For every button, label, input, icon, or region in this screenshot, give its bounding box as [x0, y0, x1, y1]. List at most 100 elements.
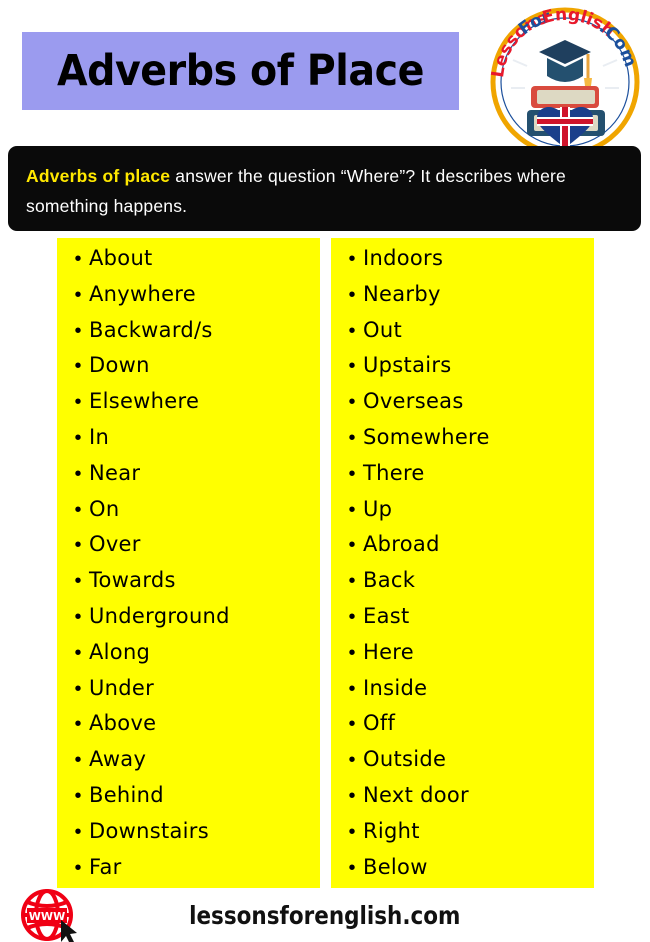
adverb-label: Elsewhere: [89, 389, 200, 414]
bullet-icon: •: [74, 462, 82, 485]
bullet-icon: •: [74, 426, 82, 449]
adverb-label: Down: [89, 353, 150, 378]
adverb-label: Abroad: [363, 532, 440, 557]
adverbs-column-left: • About • Anywhere • Backward/s • Down • Else…: [57, 238, 320, 888]
adverb-label: Off: [363, 711, 396, 736]
adverb-label: Below: [363, 854, 428, 879]
list-item: • Down: [57, 353, 320, 389]
list-item: • Nearby: [331, 282, 594, 318]
adverb-label: In: [89, 424, 110, 449]
adverb-label: Overseas: [363, 389, 464, 414]
list-item: • Over: [57, 532, 320, 568]
description-text: Adverbs of place answer the question “Wh…: [26, 161, 627, 221]
adverb-label: East: [363, 603, 410, 628]
list-item: • Below: [331, 855, 594, 891]
adverb-label: Backward/s: [89, 317, 213, 342]
bullet-icon: •: [348, 283, 356, 306]
bullet-icon: •: [74, 319, 82, 342]
bullet-icon: •: [348, 749, 356, 772]
list-item: • Back: [331, 568, 594, 604]
adverb-label: On: [89, 496, 120, 521]
list-item: • Above: [57, 711, 320, 747]
adverb-list-right: • Indoors • Nearby • Out • Upstairs • Oversea…: [331, 246, 594, 890]
list-item: • Off: [331, 711, 594, 747]
bullet-icon: •: [348, 713, 356, 736]
bullet-icon: •: [348, 605, 356, 628]
adverb-label: Anywhere: [89, 281, 196, 306]
lessons-for-english-logo[interactable]: Lessons For English .Com: [487, 4, 643, 160]
bullet-icon: •: [348, 677, 356, 700]
bullet-icon: •: [74, 784, 82, 807]
list-item: • East: [331, 604, 594, 640]
list-item: • On: [57, 497, 320, 533]
adverb-label: Away: [89, 747, 147, 772]
adverb-list-left: • About • Anywhere • Backward/s • Down • Else…: [57, 246, 320, 890]
bullet-icon: •: [74, 713, 82, 736]
bullet-icon: •: [74, 856, 82, 879]
bullet-icon: •: [348, 248, 356, 270]
adverb-label: Nearby: [363, 281, 441, 306]
adverb-label: Back: [363, 568, 416, 593]
bullet-icon: •: [74, 391, 82, 414]
list-item: • Elsewhere: [57, 389, 320, 425]
list-item: • In: [57, 425, 320, 461]
bullet-icon: •: [74, 283, 82, 306]
list-item: • Backward/s: [57, 318, 320, 354]
list-item: • Indoors: [331, 246, 594, 282]
list-item: • Under: [57, 676, 320, 712]
list-item: • About: [57, 246, 320, 282]
adverb-label: Under: [89, 675, 155, 700]
adverb-label: Downstairs: [89, 818, 209, 843]
bullet-icon: •: [348, 534, 356, 557]
footer-site-link[interactable]: lessonsforenglish.com: [0, 888, 650, 942]
adverb-label: Up: [363, 496, 393, 521]
list-item: • Near: [57, 461, 320, 497]
bullet-icon: •: [348, 820, 356, 843]
adverb-label: About: [89, 246, 153, 270]
bullet-icon: •: [348, 319, 356, 342]
page-title-banner: Adverbs of Place: [22, 32, 459, 110]
bullet-icon: •: [74, 570, 82, 593]
list-item: • Upstairs: [331, 353, 594, 389]
adverb-label: Far: [89, 854, 122, 879]
bullet-icon: •: [74, 820, 82, 843]
list-item: • Along: [57, 640, 320, 676]
description-box: Adverbs of place answer the question “Wh…: [8, 146, 641, 231]
bullet-icon: •: [74, 355, 82, 378]
bullet-icon: •: [74, 248, 82, 270]
adverb-label: Next door: [363, 782, 469, 807]
adverb-label: Over: [89, 532, 141, 557]
bullet-icon: •: [348, 784, 356, 807]
adverb-label: Out: [363, 317, 402, 342]
list-item: • Up: [331, 497, 594, 533]
list-item: • Inside: [331, 676, 594, 712]
list-item: • Far: [57, 855, 320, 891]
bullet-icon: •: [74, 534, 82, 557]
list-item: • Behind: [57, 783, 320, 819]
list-item: • Underground: [57, 604, 320, 640]
bullet-icon: •: [74, 498, 82, 521]
footer-site-text: lessonsforenglish.com: [189, 900, 461, 930]
list-item: • Abroad: [331, 532, 594, 568]
footer: WWW lessonsforenglish.com: [0, 888, 650, 942]
bullet-icon: •: [348, 641, 356, 664]
list-item: • Towards: [57, 568, 320, 604]
adverb-label: Right: [363, 818, 420, 843]
list-item: • Right: [331, 819, 594, 855]
list-item: • Anywhere: [57, 282, 320, 318]
adverb-label: Along: [89, 639, 151, 664]
list-item: • There: [331, 461, 594, 497]
list-item: • Away: [57, 747, 320, 783]
adverb-label: Outside: [363, 747, 447, 772]
description-lead: Adverbs of place: [26, 166, 171, 186]
list-item: • Downstairs: [57, 819, 320, 855]
list-item: • Outside: [331, 747, 594, 783]
adverb-label: Near: [89, 460, 141, 485]
bullet-icon: •: [348, 391, 356, 414]
adverb-label: Inside: [363, 675, 428, 700]
adverb-label: Behind: [89, 782, 164, 807]
adverb-label: Underground: [89, 603, 230, 628]
adverb-label: Upstairs: [363, 353, 452, 378]
bullet-icon: •: [348, 570, 356, 593]
page-title: Adverbs of Place: [56, 45, 425, 96]
